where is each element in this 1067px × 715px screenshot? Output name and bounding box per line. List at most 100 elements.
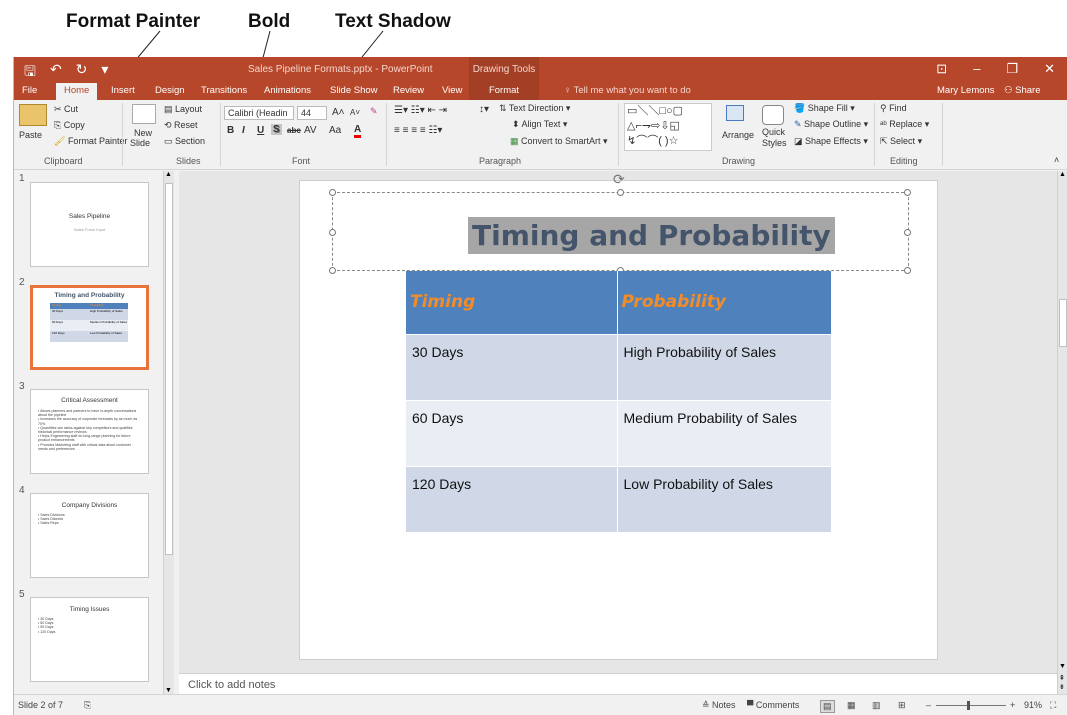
section-button[interactable]: ▭ Section (164, 136, 205, 147)
font-size-combo[interactable]: 44 (297, 106, 327, 120)
replace-button[interactable]: ᵃᵇ Replace ▾ (880, 119, 929, 130)
italic-button[interactable]: I (242, 125, 245, 136)
format-painter-button[interactable]: 🖌 Format Painter (54, 136, 127, 147)
resize-handle[interactable] (904, 229, 911, 236)
paste-button[interactable]: Paste (19, 130, 42, 140)
tab-view[interactable]: View (442, 85, 462, 96)
tab-review[interactable]: Review (393, 85, 424, 96)
scrollbar-thumb[interactable] (165, 183, 173, 555)
convert-smartart-button[interactable]: ▦ Convert to SmartArt ▾ (510, 136, 608, 147)
share-button[interactable]: ⚇ Share (1004, 85, 1041, 96)
scroll-down-icon[interactable]: ▼ (165, 687, 172, 694)
quick-styles-line1[interactable]: Quick (762, 127, 785, 137)
layout-button[interactable]: ▤ Layout (164, 104, 202, 115)
slide-title[interactable]: Timing and Probability (468, 217, 835, 254)
align-text-button[interactable]: ⬍ Align Text ▾ (512, 119, 567, 130)
font-color-button[interactable]: A (354, 124, 362, 138)
alignment-icons[interactable]: ≡ ≡ ≡ ≡ ☷▾ (394, 125, 442, 136)
text-direction-button[interactable]: ⇅ Text Direction ▾ (499, 103, 570, 114)
zoom-in-icon[interactable]: + (1010, 700, 1015, 710)
shape-effects-button[interactable]: ◪ Shape Effects ▾ (794, 136, 868, 147)
slide-scrollbar[interactable]: ▲ ▼ ⇞ ⇟ (1057, 171, 1067, 694)
rotate-handle-icon[interactable]: ⟳ (613, 171, 625, 188)
bullets-icon[interactable]: ☰▾ ☷▾ ⇤ ⇥ (394, 105, 447, 116)
strikethrough-button[interactable]: abc (287, 126, 301, 135)
underline-button[interactable]: U (257, 125, 264, 136)
zoom-level[interactable]: 91% (1024, 700, 1042, 710)
notes-toggle[interactable]: ≙ Notes (702, 700, 736, 711)
reading-view-icon[interactable]: ▥ (872, 700, 881, 711)
quick-styles-icon[interactable] (762, 105, 784, 125)
slide-thumbnail-2[interactable]: Timing and Probability Timing Probability… (30, 285, 149, 370)
tab-format[interactable]: Format (469, 82, 539, 100)
table-header-cell[interactable]: Timing (406, 271, 618, 334)
paste-icon[interactable] (19, 104, 47, 126)
table-header-cell[interactable]: Probability (617, 271, 832, 334)
slide-thumbnail-4[interactable]: Company Divisions • Sales Divisions • Sa… (30, 493, 149, 578)
scroll-up-icon[interactable]: ▲ (165, 171, 172, 178)
quick-styles-line2[interactable]: Styles (762, 138, 787, 148)
new-slide-line2[interactable]: Slide (130, 138, 150, 148)
fit-slide-icon[interactable]: ⛶ (1050, 700, 1056, 711)
tab-transitions[interactable]: Transitions (201, 85, 247, 96)
slide-thumbnail-1[interactable]: Sales Pipeline Sales Force Input (30, 182, 149, 267)
title-placeholder[interactable]: ⟳ Timing and Probability (329, 171, 911, 274)
tell-me-box[interactable]: ♀ Tell me what you want to do (564, 85, 691, 96)
change-case-button[interactable]: Aa (329, 125, 341, 136)
slide-canvas[interactable]: ⟳ Timing and Probability Timing Probabil… (299, 171, 938, 660)
character-spacing-button[interactable]: AV (304, 125, 317, 136)
table-cell[interactable]: 120 Days (406, 465, 618, 532)
resize-handle[interactable] (617, 189, 624, 196)
shape-outline-button[interactable]: ✎ Shape Outline ▾ (794, 119, 868, 130)
slide-thumbnail-3[interactable]: Critical Assessment • Allows planners an… (30, 389, 149, 474)
cut-button[interactable]: ✂ Cut (54, 104, 78, 115)
font-name-combo[interactable]: Calibri (Headin (224, 106, 294, 120)
tab-animations[interactable]: Animations (264, 85, 311, 96)
select-button[interactable]: ⇱ Select ▾ (880, 136, 922, 147)
thumbnail-scrollbar[interactable]: ▲ ▼ (163, 171, 174, 694)
resize-handle[interactable] (904, 189, 911, 196)
scrollbar-thumb[interactable] (1059, 299, 1067, 347)
table-cell[interactable]: 30 Days (406, 333, 618, 400)
tab-design[interactable]: Design (155, 85, 185, 96)
scroll-down-icon[interactable]: ▼ (1059, 663, 1066, 670)
slide-table[interactable]: Timing Probability 30 Days High Probabil… (406, 271, 832, 532)
shapes-gallery[interactable]: ▭＼＼□○▢ △⌐⇁⇨⇩◱ ↯⌒⌒( )☆ (624, 103, 712, 151)
resize-handle[interactable] (904, 267, 911, 274)
resize-handle[interactable] (329, 267, 336, 274)
scroll-up-icon[interactable]: ▲ (1059, 171, 1066, 178)
grow-font-icon[interactable]: A˄ (332, 107, 345, 118)
comments-toggle[interactable]: ▀ Comments (747, 700, 799, 710)
minimize-icon[interactable]: – (973, 61, 980, 77)
shrink-font-icon[interactable]: A˅ (350, 108, 360, 117)
zoom-slider[interactable] (936, 705, 1006, 706)
table-cell[interactable]: Medium Probability of Sales (617, 399, 832, 466)
tab-slide-show[interactable]: Slide Show (330, 85, 378, 96)
spell-check-icon[interactable]: ⎘ (84, 700, 91, 711)
line-spacing-icon[interactable]: ↕▾ (479, 104, 489, 115)
collapse-ribbon-icon[interactable]: ˄ (1054, 155, 1059, 165)
zoom-slider-thumb[interactable] (967, 701, 970, 710)
slide-show-icon[interactable]: ⊞ (898, 700, 906, 711)
copy-button[interactable]: ⎘ Copy (54, 120, 85, 131)
new-slide-icon[interactable] (132, 104, 156, 124)
arrange-button[interactable]: Arrange (722, 130, 754, 140)
tab-file[interactable]: File (22, 85, 37, 96)
text-shadow-button[interactable]: S (271, 124, 282, 135)
slide-sorter-icon[interactable]: ▦ (847, 700, 856, 711)
normal-view-icon[interactable]: ▤ (820, 700, 835, 713)
tab-insert[interactable]: Insert (111, 85, 135, 96)
tab-home[interactable]: Home (56, 83, 98, 100)
slide-thumbnail-5[interactable]: Timing Issues • 30 Days • 60 Days • 90 D… (30, 597, 149, 682)
resize-handle[interactable] (329, 229, 336, 236)
table-cell[interactable]: Low Probability of Sales (617, 465, 832, 532)
notes-pane[interactable]: Click to add notes (179, 673, 1057, 694)
close-icon[interactable]: ✕ (1044, 61, 1055, 77)
restore-icon[interactable]: ❐ (1006, 61, 1018, 77)
previous-slide-icon[interactable]: ⇞ (1059, 674, 1065, 682)
table-cell[interactable]: 60 Days (406, 399, 618, 466)
resize-handle[interactable] (329, 189, 336, 196)
table-cell[interactable]: High Probability of Sales (617, 333, 832, 400)
ribbon-display-icon[interactable]: ⊡ (936, 61, 947, 77)
zoom-out-icon[interactable]: – (926, 700, 931, 710)
